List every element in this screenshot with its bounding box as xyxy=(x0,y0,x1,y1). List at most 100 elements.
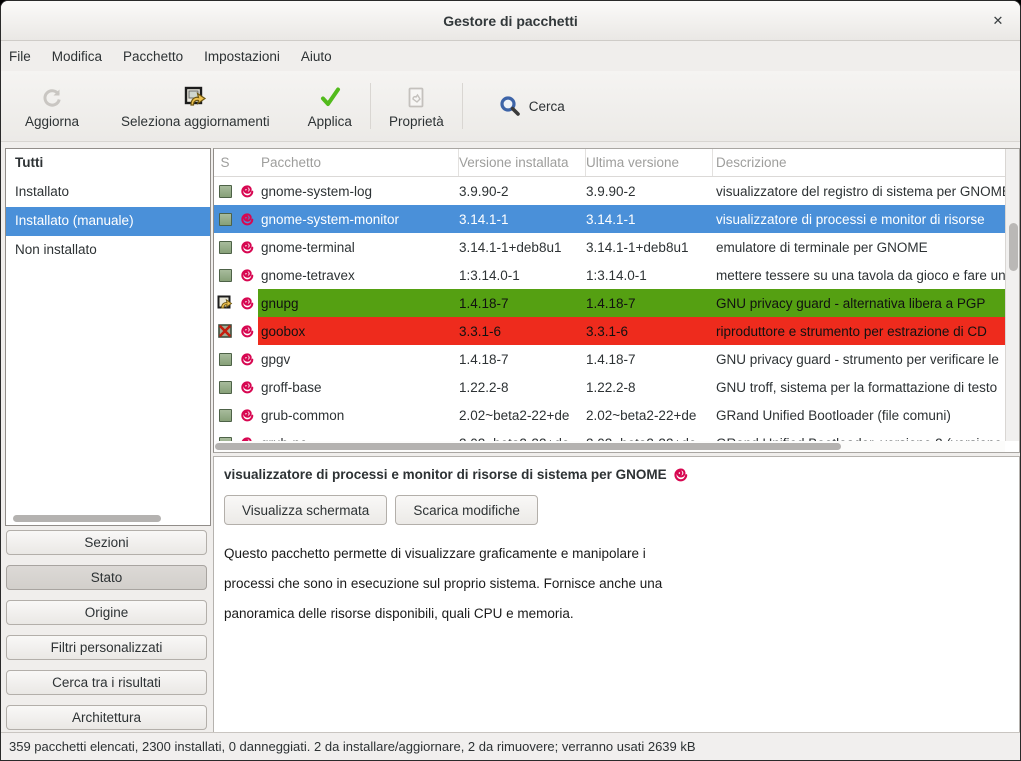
filter-item-installato-manuale[interactable]: Installato (manuale) xyxy=(6,207,210,236)
filter-item-non-installato[interactable]: Non installato xyxy=(6,236,210,265)
table-row[interactable]: gpgv 1.4.18-7 1.4.18-7 GNU privacy guard… xyxy=(214,345,1005,373)
get-changelog-button[interactable]: Scarica modifiche xyxy=(395,495,538,525)
status-cell[interactable] xyxy=(214,317,236,345)
properties-icon xyxy=(404,84,428,110)
refresh-icon xyxy=(40,84,64,110)
debian-swirl-icon xyxy=(673,467,688,482)
debian-swirl-icon xyxy=(240,268,254,282)
latest-version: 2.02~beta2-22+de xyxy=(586,401,713,429)
package-name: gnome-system-monitor xyxy=(258,205,459,233)
origin-cell xyxy=(236,429,258,441)
table-row[interactable]: grub-common 2.02~beta2-22+de 2.02~beta2-… xyxy=(214,401,1005,429)
debian-swirl-icon xyxy=(240,408,254,422)
custom-filters-button[interactable]: Filtri personalizzati xyxy=(6,635,207,660)
menu-impostazioni[interactable]: Impostazioni xyxy=(204,49,280,64)
apply-button[interactable]: Applica xyxy=(296,76,364,136)
column-header-status[interactable]: S xyxy=(214,149,236,176)
installed-status-icon xyxy=(219,241,232,254)
horizontal-scrollbar-thumb[interactable] xyxy=(215,443,841,450)
menu-file[interactable]: File xyxy=(9,49,31,64)
toolbar: Aggiorna Seleziona aggiornamenti Applica xyxy=(1,71,1020,142)
menu-modifica[interactable]: Modifica xyxy=(52,49,102,64)
status-cell[interactable] xyxy=(214,205,236,233)
table-row[interactable]: groff-base 1.22.2-8 1.22.2-8 GNU troff, … xyxy=(214,373,1005,401)
architecture-button[interactable]: Architettura xyxy=(6,705,207,730)
installed-version: 3.9.90-2 xyxy=(459,177,586,205)
column-header-installed-version[interactable]: Versione installata xyxy=(459,149,586,176)
details-description: Questo pacchetto permette di visualizzar… xyxy=(224,539,1019,629)
description-line: processi che sono in esecuzione sul prop… xyxy=(224,569,1019,599)
titlebar: Gestore di pacchetti ✕ xyxy=(1,1,1020,41)
table-horizontal-scrollbar[interactable] xyxy=(214,441,1005,452)
status-cell[interactable] xyxy=(214,345,236,373)
status-cell[interactable] xyxy=(214,233,236,261)
status-button[interactable]: Stato xyxy=(6,565,207,590)
package-name: grub-common xyxy=(258,401,459,429)
origin-cell xyxy=(236,289,258,317)
installed-status-icon xyxy=(219,409,232,422)
latest-version: 1:3.14.0-1 xyxy=(586,261,713,289)
filter-list-hscrollbar[interactable] xyxy=(13,515,161,522)
search-button[interactable]: Cerca xyxy=(485,82,579,130)
column-header-package[interactable]: Pacchetto xyxy=(258,149,459,176)
package-details-panel: visualizzatore di processi e monitor di … xyxy=(213,456,1020,733)
installed-status-icon xyxy=(219,353,232,366)
origin-cell xyxy=(236,261,258,289)
remove-status-icon xyxy=(217,323,233,339)
package-description: GRand Unified Bootloader (file comuni) xyxy=(713,401,1005,429)
status-cell[interactable] xyxy=(214,429,236,441)
installed-version: 3.14.1-1 xyxy=(459,205,586,233)
properties-button[interactable]: Proprietà xyxy=(377,76,456,136)
column-header-origin[interactable] xyxy=(236,149,258,176)
filter-item-installato[interactable]: Installato xyxy=(6,178,210,207)
sections-button[interactable]: Sezioni xyxy=(6,530,207,555)
column-header-description[interactable]: Descrizione xyxy=(713,149,1005,176)
package-description: emulatore di terminale per GNOME xyxy=(713,233,1005,261)
package-table: S Pacchetto Versione installata Ultima v… xyxy=(213,148,1020,453)
latest-version: 3.14.1-1 xyxy=(586,205,713,233)
table-row-selected[interactable]: gnome-system-monitor 3.14.1-1 3.14.1-1 v… xyxy=(214,205,1005,233)
debian-swirl-icon xyxy=(240,324,254,338)
debian-swirl-icon xyxy=(240,296,254,310)
package-description: visualizzatore del registro di sistema p… xyxy=(713,177,1005,205)
status-cell[interactable] xyxy=(214,261,236,289)
filter-item-tutti[interactable]: Tutti xyxy=(6,149,210,178)
status-cell[interactable] xyxy=(214,401,236,429)
vertical-scrollbar-thumb[interactable] xyxy=(1009,223,1018,271)
table-vertical-scrollbar[interactable] xyxy=(1005,149,1019,441)
latest-version: 1.22.2-8 xyxy=(586,373,713,401)
table-row-marked-removal[interactable]: goobox 3.3.1-6 3.3.1-6 riproduttore e st… xyxy=(214,317,1005,345)
latest-version: 2.02~beta2-22+de xyxy=(586,429,713,441)
status-cell[interactable] xyxy=(214,177,236,205)
installed-status-icon xyxy=(219,213,232,226)
status-cell[interactable] xyxy=(214,373,236,401)
column-header-latest-version[interactable]: Ultima versione xyxy=(586,149,713,176)
package-description: GRand Unified Bootloader, versione 2 (ve… xyxy=(713,429,1005,441)
package-name: goobox xyxy=(258,317,459,345)
table-row[interactable]: grub-pc 2.02~beta2-22+de 2.02~beta2-22+d… xyxy=(214,429,1005,441)
mark-all-upgrades-button[interactable]: Seleziona aggiornamenti xyxy=(109,76,282,136)
close-icon[interactable]: ✕ xyxy=(986,1,1010,41)
origin-button[interactable]: Origine xyxy=(6,600,207,625)
reload-button[interactable]: Aggiorna xyxy=(13,76,91,136)
mark-upgrades-icon xyxy=(182,84,208,110)
debian-swirl-icon xyxy=(240,380,254,394)
get-screenshot-button[interactable]: Visualizza schermata xyxy=(224,495,387,525)
reinstall-status-icon xyxy=(217,295,233,311)
status-cell[interactable] xyxy=(214,289,236,317)
table-row[interactable]: gnome-system-log 3.9.90-2 3.9.90-2 visua… xyxy=(214,177,1005,205)
table-row[interactable]: gnome-terminal 3.14.1-1+deb8u1 3.14.1-1+… xyxy=(214,233,1005,261)
search-results-button[interactable]: Cerca tra i risultati xyxy=(6,670,207,695)
table-row-marked-reinstall[interactable]: gnupg 1.4.18-7 1.4.18-7 GNU privacy guar… xyxy=(214,289,1005,317)
menu-pacchetto[interactable]: Pacchetto xyxy=(123,49,183,64)
package-manager-window: Gestore di pacchetti ✕ File Modifica Pac… xyxy=(0,0,1021,761)
menu-aiuto[interactable]: Aiuto xyxy=(301,49,332,64)
table-row[interactable]: gnome-tetravex 1:3.14.0-1 1:3.14.0-1 met… xyxy=(214,261,1005,289)
package-name: gpgv xyxy=(258,345,459,373)
toolbar-separator xyxy=(370,83,371,129)
package-description: riproduttore e strumento per estrazione … xyxy=(713,317,1005,345)
origin-cell xyxy=(236,177,258,205)
table-header: S Pacchetto Versione installata Ultima v… xyxy=(214,149,1019,177)
package-description: mettere tessere su una tavola da gioco e… xyxy=(713,261,1005,289)
filter-list: Tutti Installato Installato (manuale) No… xyxy=(5,148,211,526)
